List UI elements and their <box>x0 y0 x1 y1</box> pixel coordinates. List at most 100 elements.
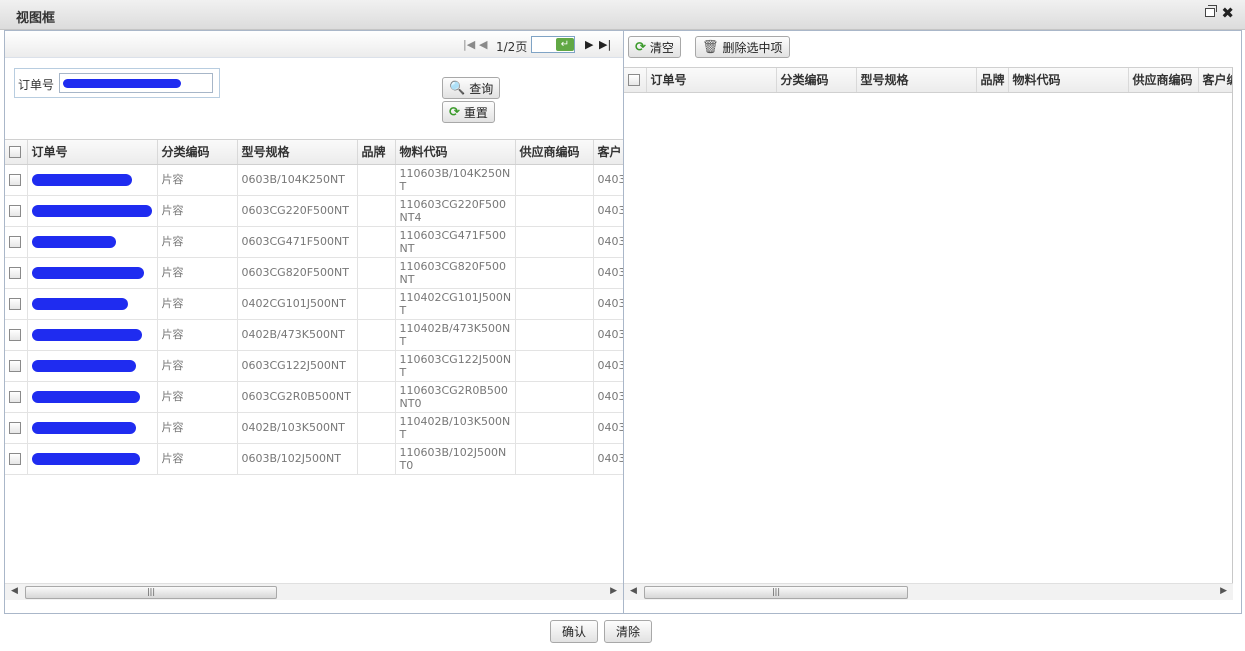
row-checkbox[interactable] <box>5 350 28 382</box>
restore-icon[interactable] <box>1205 5 1217 17</box>
cell-brand <box>357 226 396 258</box>
cell-customer: 0403 <box>593 412 623 444</box>
cell-customer: 0403 <box>593 350 623 382</box>
scroll-thumb[interactable]: ||| <box>25 586 277 599</box>
col-order-no[interactable]: 订单号 <box>27 140 158 165</box>
col-model-spec[interactable]: 型号规格 <box>856 68 977 93</box>
next-page-icon[interactable]: ▶ <box>585 39 593 50</box>
right-data-grid: 订单号 分类编码 型号规格 品牌 物料代码 供应商编码 客户编 <box>624 67 1233 583</box>
cell-category-code: 片容 <box>157 257 238 289</box>
cell-supplier-code <box>515 443 594 475</box>
scroll-left-icon[interactable]: ◀ <box>630 586 637 596</box>
cell-supplier-code <box>515 350 594 382</box>
redacted-order-no <box>31 267 144 279</box>
row-checkbox[interactable] <box>5 257 28 289</box>
cell-model-spec: 0603B/102J500NT <box>237 443 358 475</box>
table-row[interactable]: 片容 0402B/473K500NT 110402B/473K500NT 0403 <box>5 319 623 351</box>
select-all-checkbox[interactable] <box>5 140 28 165</box>
cell-material-code: 110603B/104K250NT <box>395 164 516 196</box>
col-supplier-code[interactable]: 供应商编码 <box>515 140 594 165</box>
table-row[interactable]: 片容 0603CG820F500NT 110603CG820F500NT 0403 <box>5 257 623 289</box>
redacted-order-no <box>31 453 140 465</box>
delete-selected-label: 删除选中项 <box>722 40 783 55</box>
scroll-right-icon[interactable]: ▶ <box>1220 586 1227 596</box>
table-row[interactable]: 片容 0603CG122J500NT 110603CG122J500NT 0403 <box>5 350 623 382</box>
row-checkbox[interactable] <box>5 164 28 196</box>
cell-category-code: 片容 <box>157 381 238 413</box>
clear-footer-button-label: 清除 <box>616 625 641 639</box>
first-page-icon[interactable]: |◀ <box>463 39 475 50</box>
table-row[interactable]: 片容 0603CG220F500NT 110603CG220F500NT4 0403 <box>5 195 623 227</box>
table-row[interactable]: 片容 0603CG2R0B500NT 110603CG2R0B500NT0 0403 <box>5 381 623 413</box>
row-checkbox[interactable] <box>5 412 28 444</box>
refresh-icon: ⟳ <box>449 104 460 120</box>
close-icon[interactable]: ✖ <box>1221 5 1234 22</box>
col-material-code[interactable]: 物料代码 <box>1008 68 1129 93</box>
row-checkbox[interactable] <box>5 226 28 258</box>
row-checkbox[interactable] <box>5 288 28 320</box>
scroll-left-icon[interactable]: ◀ <box>11 586 18 596</box>
col-customer[interactable]: 客户 <box>593 140 623 165</box>
row-checkbox[interactable] <box>5 381 28 413</box>
col-material-code[interactable]: 物料代码 <box>395 140 516 165</box>
cell-model-spec: 0402B/473K500NT <box>237 319 358 351</box>
table-row[interactable]: 片容 0603CG471F500NT 110603CG471F500NT 0403 <box>5 226 623 258</box>
table-row[interactable]: 片容 0402CG101J500NT 110402CG101J500NT 0403 <box>5 288 623 320</box>
search-icon: 🔍 <box>449 80 466 96</box>
reset-button[interactable]: ⟳ 重置 <box>442 101 495 123</box>
col-category-code[interactable]: 分类编码 <box>776 68 857 93</box>
col-order-no[interactable]: 订单号 <box>646 68 777 93</box>
prev-page-icon[interactable]: ◀ <box>479 39 487 50</box>
redacted-order-no <box>31 360 136 372</box>
cell-supplier-code <box>515 257 594 289</box>
cell-category-code: 片容 <box>157 164 238 196</box>
row-checkbox[interactable] <box>5 195 28 227</box>
redacted-order-no <box>31 329 142 341</box>
cell-brand <box>357 381 396 413</box>
cell-category-code: 片容 <box>157 226 238 258</box>
right-panel: ⟳ 清空 🗑 删除选中项 订单号 分类编码 型号规格 品牌 物料代码 供应商编码 <box>623 30 1242 614</box>
cell-model-spec: 0603B/104K250NT <box>237 164 358 196</box>
col-supplier-code[interactable]: 供应商编码 <box>1128 68 1199 93</box>
col-model-spec[interactable]: 型号规格 <box>237 140 358 165</box>
clear-footer-button[interactable]: 清除 <box>604 620 653 643</box>
col-brand[interactable]: 品牌 <box>357 140 396 165</box>
confirm-button[interactable]: 确认 <box>550 620 599 643</box>
clear-button[interactable]: ⟳ 清空 <box>628 36 681 58</box>
cell-model-spec: 0603CG122J500NT <box>237 350 358 382</box>
select-all-checkbox[interactable] <box>624 68 647 93</box>
col-category-code[interactable]: 分类编码 <box>157 140 238 165</box>
clear-button-label: 清空 <box>649 40 674 55</box>
scroll-thumb[interactable]: ||| <box>644 586 908 599</box>
query-button[interactable]: 🔍 查询 <box>442 77 501 99</box>
cell-order-no <box>27 350 158 382</box>
table-row[interactable]: 片容 0402B/103K500NT 110402B/103K500NT 0403 <box>5 412 623 444</box>
col-brand[interactable]: 品牌 <box>976 68 1009 93</box>
cell-category-code: 片容 <box>157 288 238 320</box>
last-page-icon[interactable]: ▶| <box>599 39 611 50</box>
cell-order-no <box>27 164 158 196</box>
go-page-icon[interactable]: ↵ <box>556 38 574 51</box>
table-row[interactable]: 片容 0603B/102J500NT 110603B/102J500NT0 0403 <box>5 443 623 475</box>
cell-order-no <box>27 443 158 475</box>
cell-material-code: 110402CG101J500NT <box>395 288 516 320</box>
row-checkbox[interactable] <box>5 443 28 475</box>
cell-material-code: 110603B/102J500NT0 <box>395 443 516 475</box>
delete-selected-button[interactable]: 🗑 删除选中项 <box>695 36 790 58</box>
cell-supplier-code <box>515 412 594 444</box>
table-row[interactable]: 片容 0603B/104K250NT 110603B/104K250NT 0403 <box>5 164 623 196</box>
window-title: 视图框 <box>16 11 56 26</box>
cell-order-no <box>27 288 158 320</box>
cell-model-spec: 0603CG220F500NT <box>237 195 358 227</box>
cell-brand <box>357 412 396 444</box>
left-horizontal-scrollbar[interactable]: ◀ ||| ▶ <box>5 583 623 600</box>
cell-material-code: 110603CG820F500NT <box>395 257 516 289</box>
cell-order-no <box>27 381 158 413</box>
right-grid-header: 订单号 分类编码 型号规格 品牌 物料代码 供应商编码 客户编 <box>624 68 1232 93</box>
scroll-right-icon[interactable]: ▶ <box>610 586 617 596</box>
row-checkbox[interactable] <box>5 319 28 351</box>
right-horizontal-scrollbar[interactable]: ◀ ||| ▶ <box>624 583 1233 600</box>
col-customer[interactable]: 客户编 <box>1198 68 1232 93</box>
redacted-order-no <box>31 422 136 434</box>
cell-material-code: 110603CG2R0B500NT0 <box>395 381 516 413</box>
